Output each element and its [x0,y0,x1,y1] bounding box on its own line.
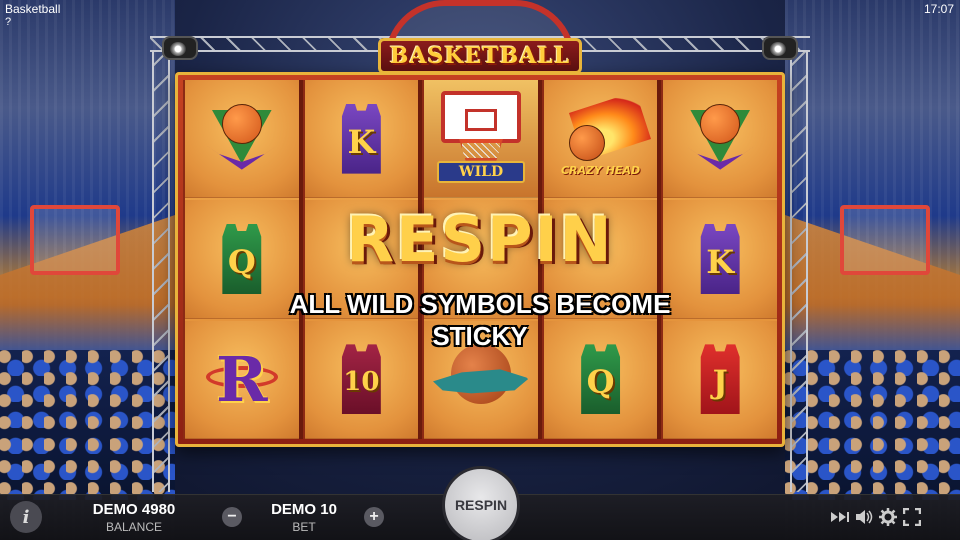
balance-value: DEMO 4980 [92,501,176,518]
running-dog-icon [431,344,531,414]
jersey-k-icon: K [341,103,381,174]
reel-cell-wild: WILD [424,80,538,199]
reel-2: K 10 [302,80,419,439]
bet-value: DEMO 10 [271,501,337,518]
reel-cell [304,200,419,319]
wild-hoop-icon: WILD [431,87,531,191]
basketball-shield-icon [202,103,282,174]
reels-frame: Q R K 10 WILD CRAZY HEAD Q K J [175,72,785,447]
balance-display: DEMO 4980 BALANCE [84,501,184,534]
jersey-k-icon: K [700,223,740,294]
bet-increase-button[interactable]: + [364,507,384,527]
help-button[interactable]: ? [5,16,11,28]
reel-cell [185,80,299,199]
jersey-10-icon: 10 [341,344,381,415]
jersey-q-icon: Q [581,344,621,415]
settings-gear-icon[interactable] [878,507,898,527]
basketball-shield-icon [680,103,760,174]
reel-5: K J [661,80,777,439]
bet-decrease-button[interactable]: − [222,507,242,527]
autoplay-icon[interactable] [830,507,850,527]
truss-left [152,52,170,492]
r-logo-icon: R [202,336,282,422]
top-bar: Basketball ? 17:07 [0,0,960,28]
fans-left [0,350,175,500]
respin-button-label: RESPIN [454,497,508,513]
logo-text: BASKETBALL [389,43,571,69]
info-button[interactable]: i [10,501,42,533]
reel-3: WILD [422,80,538,439]
reel-cell [543,200,658,319]
reel-cell [424,200,538,319]
side-hoop-left [30,205,120,275]
balance-label: BALANCE [105,520,163,534]
reel-cell: J [663,320,777,439]
right-controls [830,507,922,527]
reel-cell [424,320,538,439]
jersey-q-icon: Q [222,223,262,294]
truss-right [790,52,808,492]
bet-display: DEMO 10 BET [254,501,354,534]
app-title: Basketball [5,2,61,16]
jersey-j-icon: J [700,344,740,415]
spotlight-icon [758,30,802,64]
reel-4: CRAZY HEAD Q [541,80,658,439]
reel-cell: K [304,80,419,199]
reel-cell: K [663,200,777,319]
crazy-head-label: CRAZY HEAD [560,163,641,177]
reel-grid: Q R K 10 WILD CRAZY HEAD Q K J [183,80,777,439]
game-logo: BASKETBALL [378,38,582,74]
crazy-head-icon: CRAZY HEAD [551,91,651,179]
reel-cell: CRAZY HEAD [543,80,658,199]
reel-cell: Q [543,320,658,439]
wild-label: WILD [458,163,504,180]
reel-cell: Q [185,200,299,319]
spotlight-icon [158,30,202,64]
reel-cell: R [185,320,299,439]
bet-label: BET [292,520,316,534]
reel-cell [663,80,777,199]
fullscreen-icon[interactable] [902,507,922,527]
clock: 17:07 [923,2,954,16]
respin-button[interactable]: RESPIN [442,466,520,540]
reel-1: Q R [183,80,299,439]
fans-right [785,350,960,500]
side-hoop-right [840,205,930,275]
sound-icon[interactable] [854,507,874,527]
reel-cell: 10 [304,320,419,439]
